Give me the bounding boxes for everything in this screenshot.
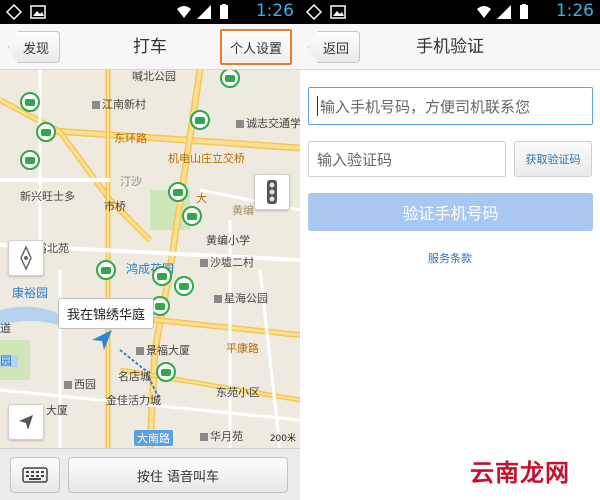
phone-verify-screen: 1:26 手机验证 返回 输入手机号码，方便司机联系您 输入验证码 获取验证码 … (300, 0, 600, 500)
signal-diamond-icon (306, 4, 322, 20)
nav-bar: 手机验证 返回 (300, 24, 600, 70)
map-label-pingkang-road: 平康路 (226, 342, 259, 355)
map-label-jidian-bridge: 机电山庄立交桥 (168, 152, 245, 165)
map-scale: 200米 (269, 434, 296, 444)
discover-back-button[interactable]: 发现 (8, 31, 61, 63)
map-label-donghuan-road: 东环路 (114, 132, 147, 145)
map-label-xinxing: 新兴旺士多 (20, 190, 75, 203)
traffic-toggle-button[interactable] (254, 174, 290, 210)
back-button[interactable]: 返回 (308, 31, 361, 63)
image-icon (330, 5, 346, 19)
current-location-icon (92, 330, 112, 350)
cell-signal-icon (497, 5, 511, 19)
map-label-da: 大 (196, 192, 207, 205)
locate-me-button[interactable] (8, 404, 44, 440)
code-placeholder: 输入验证码 (317, 150, 393, 169)
map-label-kangyu: 康裕园 (12, 286, 49, 300)
taxi-marker-icon[interactable] (174, 276, 194, 296)
location-arrow-icon (19, 415, 33, 430)
poi-marker-icon (136, 347, 144, 355)
map-label-jiangnan: 江南新村 (92, 96, 146, 112)
map-label-dasha: 大厦 (46, 404, 68, 417)
battery-icon (220, 4, 228, 19)
traffic-light-icon (267, 180, 277, 204)
taxi-marker-icon[interactable] (168, 182, 188, 202)
map-label-jingfu: 景福大厦 (136, 342, 190, 358)
poi-marker-icon (64, 381, 72, 389)
cell-signal-icon (197, 5, 211, 19)
status-clock: 1:26 (555, 1, 594, 21)
taxi-marker-icon[interactable] (156, 362, 176, 382)
verification-code-input[interactable]: 输入验证码 (308, 141, 506, 177)
taxi-screen: 1:26 打车 发现 个人设置 喊北公园 江南新村 东环路 诚志交通学 机电山庄… (0, 0, 300, 500)
taxi-marker-icon[interactable] (36, 122, 56, 142)
keyboard-icon (22, 467, 48, 483)
wifi-icon (477, 6, 491, 18)
taxi-marker-icon[interactable] (20, 150, 40, 170)
taxi-marker-icon[interactable] (182, 206, 202, 226)
wifi-icon (177, 6, 191, 18)
map-label-xingsha: 汀沙 (120, 175, 142, 188)
nav-bar: 打车 发现 个人设置 (0, 24, 300, 70)
poi-marker-icon (236, 120, 244, 128)
map-label-xiyuan: 西园 (64, 376, 96, 392)
poi-marker-icon (200, 433, 208, 441)
map-label-huangbian: 黄编 (232, 204, 254, 217)
poi-marker-icon (92, 101, 100, 109)
text-caret (317, 96, 318, 116)
personal-settings-button[interactable]: 个人设置 (219, 29, 292, 65)
watermark-logo: 云南龙网 (470, 459, 570, 487)
taxi-marker-icon[interactable] (20, 92, 40, 112)
map-label-dao: 道 (0, 322, 11, 335)
bottom-bar: 按住 语音叫车 (0, 448, 300, 500)
map-label-garden: 园 (0, 354, 13, 368)
image-icon (30, 5, 46, 19)
map-label-xinghai: 星海公园 (214, 290, 268, 306)
map-label-chengxin: 诚志交通学 (236, 115, 300, 131)
voice-call-button[interactable]: 按住 语音叫车 (68, 457, 288, 493)
terms-of-service-link[interactable]: 服务条款 (300, 250, 600, 266)
status-bar: 1:26 (0, 0, 300, 24)
map-label-huayue: 华月苑 (200, 428, 243, 444)
taxi-marker-icon[interactable] (152, 266, 172, 286)
map-label-jinjia: 金佳活力城 (106, 394, 161, 407)
status-bar: 1:26 (300, 0, 600, 24)
taxi-marker-icon[interactable] (96, 260, 116, 280)
map-label-mingdian: 名店城 (118, 370, 151, 383)
map-label-shatang: 沙墟二村 (200, 254, 254, 270)
map-label-danan-road: 大南路 (134, 430, 173, 446)
location-tooltip: 我在锦绣华庭 (58, 298, 155, 329)
map-label-shiqiao: 市桥 (104, 200, 126, 213)
compass-button[interactable] (8, 240, 44, 276)
map-label-huangbian-school: 黄编小学 (206, 234, 250, 247)
phone-placeholder: 输入手机号码，方便司机联系您 (320, 97, 531, 116)
map-label-dongyuan: 东苑小区 (216, 386, 260, 399)
phone-number-input[interactable]: 输入手机号码，方便司机联系您 (308, 87, 593, 125)
battery-icon (520, 4, 528, 19)
map-label-park: 喊北公园 (132, 70, 176, 83)
signal-diamond-icon (6, 4, 22, 20)
taxi-marker-icon[interactable] (220, 70, 240, 88)
taxi-marker-icon[interactable] (190, 110, 210, 130)
get-code-button[interactable]: 获取验证码 (514, 141, 592, 177)
poi-marker-icon (200, 259, 208, 267)
poi-marker-icon (214, 295, 222, 303)
verify-phone-button[interactable]: 验证手机号码 (308, 193, 593, 231)
status-clock: 1:26 (255, 1, 294, 21)
compass-icon (20, 245, 32, 271)
map-view[interactable]: 喊北公园 江南新村 东环路 诚志交通学 机电山庄立交桥 汀沙 市桥 新兴旺士多 … (0, 70, 300, 448)
keyboard-button[interactable] (10, 457, 60, 493)
